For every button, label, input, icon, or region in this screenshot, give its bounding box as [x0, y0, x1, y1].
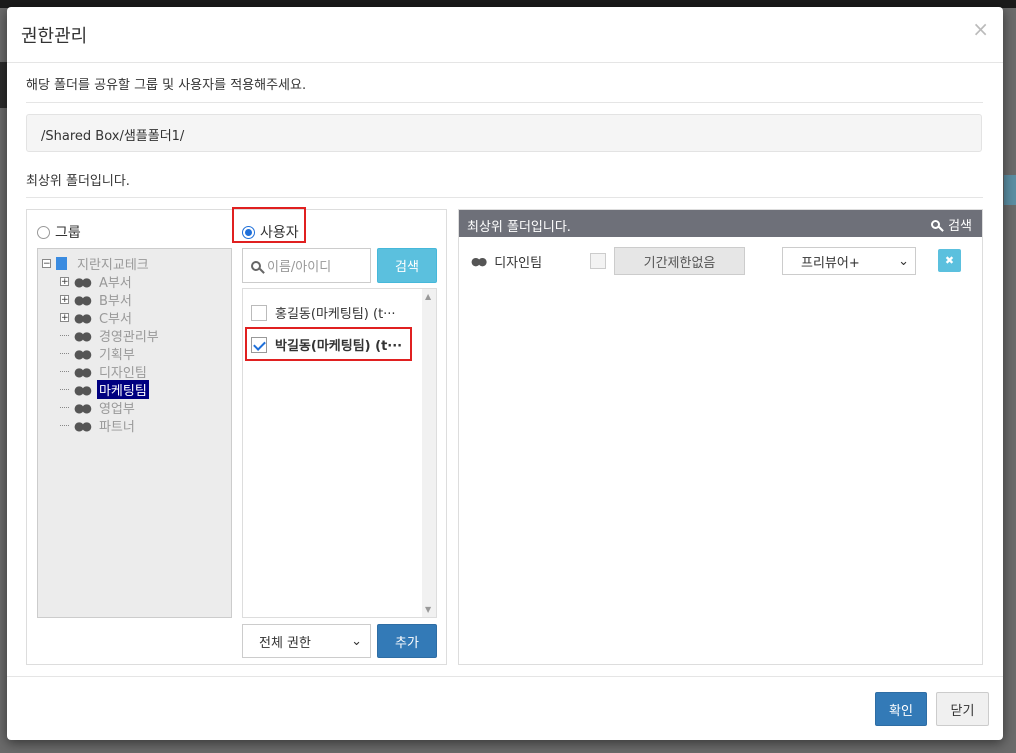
- add-button[interactable]: 추가: [377, 624, 437, 658]
- radio-group-label: 그룹: [55, 225, 81, 241]
- tree-connector: [60, 335, 69, 336]
- assigned-search-label: 검색: [948, 219, 972, 234]
- user-list-scrollbar[interactable]: ▲ ▼: [422, 289, 436, 617]
- top-folder-note: 최상위 폴더입니다.: [26, 174, 130, 189]
- permission-select-value: 전체 권한: [259, 635, 311, 651]
- role-select[interactable]: 프리뷰어+ ⌄: [782, 247, 916, 275]
- tree-connector: [60, 389, 69, 390]
- tree-item[interactable]: + ●● A부서: [60, 273, 134, 291]
- group-icon: ●●: [74, 346, 92, 361]
- user-search-placeholder: 이름/아이디: [267, 260, 332, 275]
- group-icon: ●●: [74, 328, 92, 343]
- role-select-value: 프리뷰어+: [801, 255, 860, 271]
- group-icon: ●●: [471, 255, 487, 268]
- folder-path: /Shared Box/샘플폴더1/: [26, 114, 982, 152]
- chevron-down-icon: ⌄: [351, 633, 362, 649]
- expand-icon[interactable]: +: [60, 295, 69, 305]
- remove-icon[interactable]: ✖: [938, 249, 961, 272]
- tree-root-label: 지란지교테크: [77, 258, 149, 273]
- user-label: 홍길동(마케팅팀) (t···: [275, 307, 396, 322]
- expand-icon[interactable]: +: [60, 313, 69, 323]
- group-icon: ●●: [74, 274, 92, 289]
- tree-item[interactable]: ●● 경영관리부: [60, 327, 161, 345]
- dialog-title: 권한관리: [21, 26, 88, 47]
- tree-item-label: 영업부: [98, 402, 135, 417]
- search-icon: [251, 260, 261, 271]
- tree-item[interactable]: + ●● B부서: [60, 291, 134, 309]
- tree-connector: [60, 371, 69, 372]
- radio-group-button[interactable]: [37, 225, 50, 239]
- tree-item-label: 마케팅팀: [96, 380, 149, 399]
- group-icon: ●●: [74, 364, 92, 379]
- confirm-button[interactable]: 확인: [875, 692, 927, 726]
- dialog-header: 권한관리 ×: [7, 7, 1003, 63]
- period-button[interactable]: 기간제한없음: [614, 247, 745, 275]
- tree-item-selected[interactable]: ●● 마케팅팀: [60, 380, 149, 399]
- tree-item[interactable]: + ●● C부서: [60, 309, 134, 327]
- radio-user-button[interactable]: [242, 225, 255, 239]
- divider: [26, 102, 983, 103]
- tree-item[interactable]: ●● 디자인팀: [60, 363, 149, 381]
- footer-divider: [7, 676, 1003, 677]
- collapse-icon[interactable]: −: [42, 259, 51, 269]
- tree-item[interactable]: ●● 기획부: [60, 345, 137, 363]
- tree-item-label: 디자인팀: [98, 366, 147, 381]
- tree-item-label: 경영관리부: [98, 330, 159, 345]
- radio-group[interactable]: 그룹: [37, 222, 81, 242]
- group-icon: ●●: [74, 418, 92, 433]
- tree-item-label: B부서: [98, 294, 132, 309]
- tree-item[interactable]: ●● 영업부: [60, 399, 137, 417]
- user-search-input[interactable]: 이름/아이디: [242, 248, 371, 283]
- user-checkbox[interactable]: [251, 304, 267, 321]
- expand-icon[interactable]: +: [60, 277, 69, 287]
- group-icon: ●●: [74, 310, 92, 325]
- divider: [26, 197, 983, 198]
- assigned-entry-label: 디자인팀: [494, 256, 543, 271]
- user-list-item[interactable]: 홍길동(마케팅팀) (t···: [251, 303, 396, 322]
- tree-connector: [60, 407, 69, 408]
- tree-item-label: C부서: [98, 312, 132, 327]
- tree-item-label: A부서: [98, 276, 132, 291]
- dialog-description: 해당 폴더를 공유할 그룹 및 사용자를 적용해주세요.: [26, 78, 307, 93]
- group-icon: ●●: [74, 400, 92, 415]
- tree-item[interactable]: ●● 파트너: [60, 417, 137, 435]
- radio-user[interactable]: 사용자: [242, 222, 299, 242]
- assigned-panel-title: 최상위 폴더입니다.: [467, 220, 571, 235]
- close-icon[interactable]: ×: [972, 17, 989, 41]
- group-icon: ●●: [74, 382, 92, 397]
- group-icon: ●●: [74, 292, 92, 307]
- permission-select[interactable]: 전체 권한 ⌄: [242, 624, 371, 658]
- permission-dialog: 권한관리 × 해당 폴더를 공유할 그룹 및 사용자를 적용해주세요. /Sha…: [7, 7, 1003, 740]
- tree-item-label: 기획부: [98, 348, 135, 363]
- tree-connector: [60, 425, 69, 426]
- background-accent: [1004, 175, 1016, 205]
- user-search-button[interactable]: 검색: [377, 248, 437, 283]
- assigned-search-link[interactable]: 검색: [931, 215, 972, 234]
- highlight-box: [245, 327, 412, 361]
- scroll-up-icon[interactable]: ▲: [425, 292, 431, 301]
- building-icon: [56, 257, 67, 270]
- tree-root[interactable]: − 지란지교테크: [42, 255, 151, 273]
- selection-panel: 그룹 사용자 − 지란지교테크 + ●● A부서 + ●● B부서 + ●● C…: [26, 207, 447, 665]
- org-tree: − 지란지교테크 + ●● A부서 + ●● B부서 + ●● C부서 ●● 경…: [37, 248, 232, 618]
- assigned-entry-name: ●● 디자인팀: [471, 252, 542, 271]
- scroll-down-icon[interactable]: ▼: [425, 605, 431, 614]
- search-icon: [931, 220, 941, 229]
- chevron-down-icon: ⌄: [898, 253, 909, 269]
- tree-item-label: 파트너: [98, 420, 135, 435]
- assigned-entry-checkbox[interactable]: [590, 253, 606, 269]
- tree-connector: [60, 353, 69, 354]
- assigned-panel: 최상위 폴더입니다. 검색 ●● 디자인팀 기간제한없음 프리뷰어+ ⌄ ✖: [458, 209, 983, 665]
- assigned-panel-header: 최상위 폴더입니다. 검색: [459, 210, 982, 237]
- close-button[interactable]: 닫기: [936, 692, 989, 726]
- radio-user-label: 사용자: [260, 225, 299, 241]
